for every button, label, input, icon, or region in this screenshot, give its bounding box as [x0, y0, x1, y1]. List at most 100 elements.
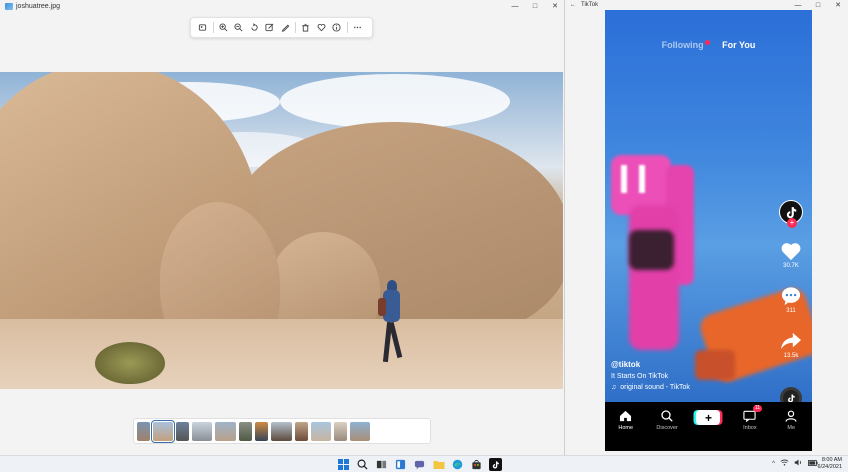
nav-home-label: Home	[618, 425, 634, 431]
comment-action[interactable]: 311	[780, 286, 802, 314]
toolbar-separator	[346, 22, 348, 33]
tab-for-you[interactable]: For You	[722, 40, 755, 50]
filmstrip	[133, 418, 431, 444]
edge-browser-icon[interactable]	[451, 458, 464, 471]
follow-plus-icon[interactable]: +	[787, 218, 797, 228]
hiker-figure	[378, 280, 404, 368]
cloud	[280, 74, 510, 129]
maximize-button[interactable]: □	[808, 2, 828, 9]
nav-home[interactable]: Home	[609, 410, 643, 431]
photo-toolbar	[190, 17, 373, 38]
feed-tabs: Following For You	[605, 40, 812, 50]
volume-icon[interactable]	[794, 459, 803, 468]
side-actions: + 30.7K 311 13.5k	[776, 200, 806, 402]
nav-discover[interactable]: Discover	[650, 410, 684, 431]
filmstrip-thumbnail[interactable]	[239, 421, 252, 441]
video-subject-pink	[611, 155, 699, 355]
music-note-icon: ♫	[611, 384, 617, 391]
toolbar-separator	[212, 22, 214, 33]
info-icon[interactable]	[329, 20, 345, 35]
video-caption: @tiktok It Starts On TikTok ♫ original s…	[611, 360, 690, 391]
chat-icon[interactable]	[413, 458, 426, 471]
tab-following[interactable]: Following	[662, 40, 710, 50]
filmstrip-thumbnail[interactable]	[176, 421, 189, 441]
draw-icon[interactable]	[278, 20, 294, 35]
inbox-badge: 11	[752, 405, 763, 412]
filmstrip-thumbnail[interactable]	[151, 419, 175, 443]
creator-avatar[interactable]: +	[779, 200, 803, 228]
taskbar: ^ 8:00 AM 6/24/2021	[0, 455, 848, 472]
live-indicator-icon	[704, 40, 710, 45]
nav-me-label: Me	[787, 425, 796, 431]
zoom-out-icon[interactable]	[231, 20, 247, 35]
tiktok-window-title: TikTok	[581, 2, 599, 8]
filmstrip-thumbnail[interactable]	[334, 421, 347, 441]
search-icon[interactable]	[356, 458, 369, 471]
minimize-button[interactable]: —	[788, 2, 808, 9]
more-icon[interactable]	[350, 20, 366, 35]
profile-icon	[785, 410, 797, 422]
like-action[interactable]: 30.7K	[780, 241, 802, 269]
sound-disc-icon[interactable]	[780, 387, 802, 402]
filmstrip-thumbnail[interactable]	[215, 421, 236, 441]
video-player[interactable]: Following For You + 30.7K 311 13.5k @tik…	[605, 10, 812, 402]
rotate-icon[interactable]	[247, 20, 263, 35]
back-arrow-icon[interactable]: ←	[570, 2, 576, 8]
taskbar-clock[interactable]: 8:00 AM 6/24/2021	[818, 457, 842, 471]
delete-icon[interactable]	[298, 20, 314, 35]
desert-shrub	[95, 342, 165, 384]
close-button[interactable]: ✕	[828, 1, 848, 9]
minimize-button[interactable]: —	[505, 3, 525, 10]
filmstrip-thumbnail[interactable]	[350, 421, 370, 441]
create-plus-icon: +	[696, 410, 721, 425]
tiktok-logo-icon	[786, 207, 797, 219]
zoom-in-icon[interactable]	[216, 20, 232, 35]
maximize-button[interactable]: □	[525, 3, 545, 10]
share-action[interactable]: 13.5k	[780, 331, 802, 359]
like-count: 30.7K	[783, 263, 799, 269]
start-icon[interactable]	[337, 458, 350, 471]
caption-username[interactable]: @tiktok	[611, 360, 690, 369]
photos-app-icon	[5, 2, 13, 10]
chevron-up-icon[interactable]: ^	[772, 461, 775, 467]
filmstrip-thumbnail[interactable]	[295, 421, 308, 441]
clock-time: 8:00 AM	[821, 457, 842, 463]
photos-window-title: joshuatree.jpg	[16, 2, 60, 10]
filmstrip-thumbnail[interactable]	[137, 421, 150, 441]
filmstrip-thumbnail[interactable]	[192, 421, 212, 441]
edit-image-icon[interactable]	[262, 20, 278, 35]
filmstrip-thumbnail[interactable]	[255, 421, 268, 441]
nav-inbox-label: Inbox	[743, 425, 757, 431]
nav-inbox[interactable]: 11 Inbox	[733, 405, 767, 431]
share-count: 13.5k	[783, 353, 799, 359]
system-tray: ^	[772, 459, 818, 468]
nav-create[interactable]: +	[691, 410, 725, 425]
tiktok-app: Following For You + 30.7K 311 13.5k @tik…	[605, 10, 812, 451]
task-view-icon[interactable]	[375, 458, 388, 471]
caption-sound[interactable]: ♫ original sound - TikTok	[611, 384, 690, 391]
bottom-navigation: Home Discover + 11 Inbox Me	[605, 402, 812, 451]
comment-count: 311	[786, 308, 796, 314]
heart-icon	[781, 243, 801, 261]
filmstrip-thumbnail[interactable]	[311, 421, 331, 441]
file-explorer-icon[interactable]	[432, 458, 445, 471]
photos-titlebar: joshuatree.jpg — □ ✕	[0, 0, 565, 12]
crop-rotate-icon[interactable]	[195, 20, 211, 35]
close-button[interactable]: ✕	[545, 2, 565, 10]
nav-me[interactable]: Me	[774, 410, 808, 431]
toolbar-separator	[295, 22, 296, 33]
sand-ground	[0, 319, 563, 389]
clock-date: 6/24/2021	[817, 464, 842, 470]
nav-discover-label: Discover	[656, 425, 678, 431]
favorite-icon[interactable]	[314, 20, 330, 35]
store-icon[interactable]	[470, 458, 483, 471]
photo-view[interactable]	[0, 72, 563, 389]
home-icon	[620, 410, 632, 422]
widgets-icon[interactable]	[394, 458, 407, 471]
battery-icon[interactable]	[808, 459, 818, 468]
filmstrip-thumbnail[interactable]	[271, 421, 292, 441]
wifi-icon[interactable]	[780, 459, 789, 468]
tiktok-taskbar-icon[interactable]	[489, 458, 502, 471]
tiktok-titlebar: ← TikTok — □ ✕	[565, 0, 848, 10]
caption-description: It Starts On TikTok	[611, 373, 669, 380]
